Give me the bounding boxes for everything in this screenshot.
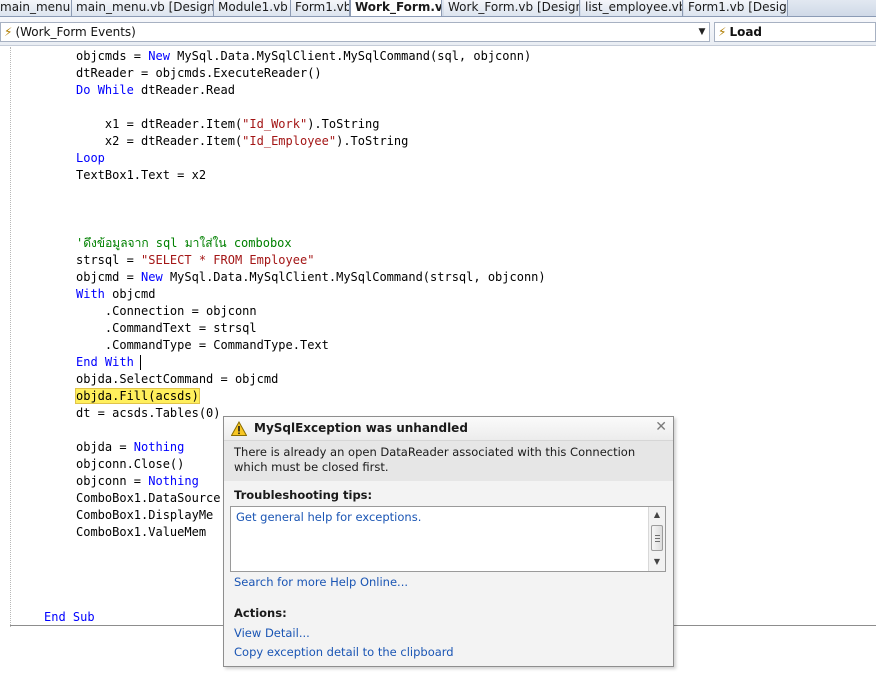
close-icon[interactable]: ✕: [655, 419, 667, 435]
tab-main-menu-vb[interactable]: main_menu.vb: [0, 0, 72, 16]
class-name-combo[interactable]: ⚡ (Work_Form Events) ▼: [0, 22, 710, 42]
lightning-icon: ⚡: [718, 25, 727, 39]
text-caret: [140, 355, 141, 370]
scroll-up-icon[interactable]: ▲: [649, 507, 665, 523]
class-combo-value: (Work_Form Events): [15, 25, 136, 39]
exception-header: MySqlException was unhandled ✕: [224, 417, 673, 441]
tips-scrollbar[interactable]: ▲ ▼: [648, 507, 665, 571]
tab-form1-vb[interactable]: Form1.vb: [291, 0, 350, 16]
code-line: TextBox1.Text = x2: [76, 168, 207, 182]
code-line: strsql = "SELECT * FROM Employee": [76, 253, 315, 267]
code-line: End Sub: [44, 610, 95, 624]
code-line: dt = acsds.Tables(0): [76, 406, 221, 420]
exception-message: There is already an open DataReader asso…: [224, 441, 673, 481]
code-line: objconn = Nothing: [76, 474, 199, 488]
code-line: objda = Nothing: [76, 440, 185, 454]
view-detail-link[interactable]: View Detail...: [234, 626, 310, 640]
code-line: objcmds = New MySql.Data.MySqlClient.MyS…: [76, 49, 532, 63]
document-tab-strip: main_menu.vb main_menu.vb [Design] Modul…: [0, 0, 876, 17]
tab-module1-vb[interactable]: Module1.vb: [214, 0, 291, 16]
outline-margin: [10, 47, 11, 627]
code-line: End With: [76, 355, 134, 369]
code-line: Loop: [76, 151, 105, 165]
warning-icon: [231, 421, 247, 436]
troubleshooting-tips-list[interactable]: Get general help for exceptions. ▲ ▼: [230, 506, 666, 572]
search-help-online-link[interactable]: Search for more Help Online...: [234, 575, 408, 589]
current-statement-highlight: objda.Fill(acsds): [75, 388, 200, 404]
tab-work-form-vb[interactable]: Work_Form.vb: [350, 0, 442, 16]
code-line: objda.SelectCommand = objcmd: [76, 372, 279, 386]
exception-assistant-dialog: MySqlException was unhandled ✕ There is …: [223, 416, 674, 667]
code-line: .Connection = objconn: [76, 304, 257, 318]
tab-main-menu-design[interactable]: main_menu.vb [Design]: [72, 0, 214, 16]
actions-label: Actions:: [234, 606, 287, 620]
troubleshooting-tips-label: Troubleshooting tips:: [234, 488, 373, 502]
chevron-down-icon[interactable]: ▼: [697, 23, 707, 41]
code-line: ComboBox1.DataSource: [76, 491, 221, 505]
code-line: objconn.Close(): [76, 457, 185, 471]
member-navigation-bar: ⚡ (Work_Form Events) ▼ ⚡ Load: [0, 17, 876, 46]
tab-work-form-design[interactable]: Work_Form.vb [Design]: [444, 0, 580, 16]
scroll-thumb[interactable]: [651, 525, 663, 551]
code-comment: 'ดึงข้อมูลจาก sql มาใส่ใน combobox: [76, 236, 292, 250]
method-combo-value: Load: [729, 25, 763, 39]
exception-title: MySqlException was unhandled: [254, 421, 468, 435]
code-line: ComboBox1.ValueMem: [76, 525, 207, 539]
code-line: x2 = dtReader.Item("Id_Employee").ToStri…: [76, 134, 409, 148]
copy-exception-detail-link[interactable]: Copy exception detail to the clipboard: [234, 645, 454, 659]
code-line: .CommandType = CommandType.Text: [76, 338, 329, 352]
current-statement-line: objda.Fill(acsds): [75, 388, 200, 405]
code-line: x1 = dtReader.Item("Id_Work").ToString: [76, 117, 380, 131]
code-line: Do While dtReader.Read: [76, 83, 235, 97]
method-name-combo[interactable]: ⚡ Load: [714, 22, 876, 42]
code-line: .CommandText = strsql: [76, 321, 257, 335]
tab-form1-design[interactable]: Form1.vb [Design]: [684, 0, 788, 16]
lightning-icon: ⚡: [4, 25, 13, 39]
scroll-down-icon[interactable]: ▼: [649, 554, 665, 570]
code-line: With objcmd: [76, 287, 156, 301]
code-line: dtReader = objcmds.ExecuteReader(): [76, 66, 322, 80]
code-line: ComboBox1.DisplayMe: [76, 508, 214, 522]
tab-list-employee-vb[interactable]: list_employee.vb: [581, 0, 683, 16]
code-line: objcmd = New MySql.Data.MySqlClient.MySq…: [76, 270, 546, 284]
general-help-link[interactable]: Get general help for exceptions.: [236, 510, 421, 524]
